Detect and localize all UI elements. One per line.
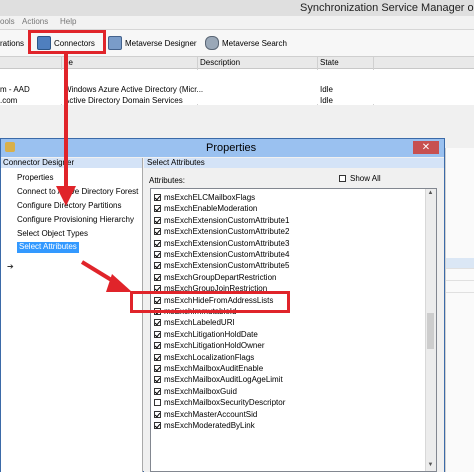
- arrow-diagonal-annotation: [80, 260, 132, 292]
- arrow-down-annotation: [56, 54, 76, 206]
- annotation-arrows: [56, 54, 132, 292]
